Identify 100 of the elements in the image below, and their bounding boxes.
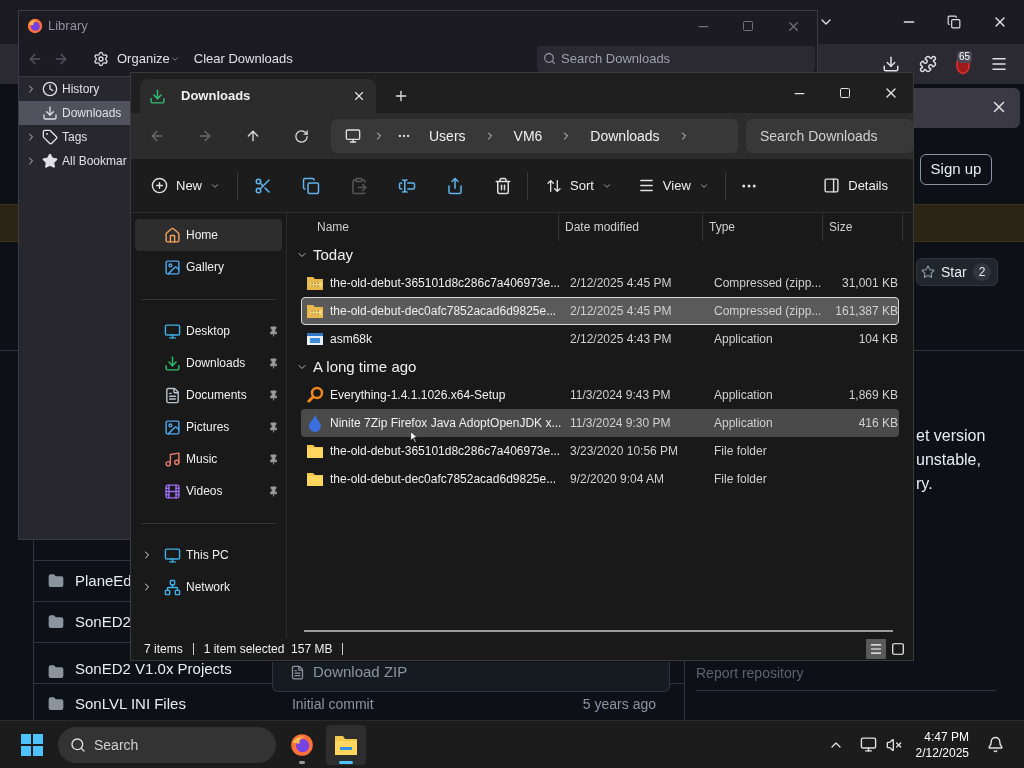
nav-item[interactable]: Downloads xyxy=(135,347,282,379)
item-count: 7 items xyxy=(144,641,183,658)
sidebar-item[interactable]: Tags xyxy=(19,125,130,149)
file-link[interactable]: SonED2 xyxy=(75,610,131,634)
organize-menu[interactable]: Organize xyxy=(117,48,180,69)
date-cell-text: 2/12/2025 4:45 PM xyxy=(569,275,673,292)
folder-icon xyxy=(48,664,64,680)
file-row[interactable]: Everything-1.4.1.1026.x64-Setup 11/3/2024 9:43 PM Application 1,869 KB xyxy=(301,381,899,409)
breadcrumb[interactable]: Downloads xyxy=(590,125,660,147)
star-count: 2 xyxy=(972,263,992,281)
download-zip-item[interactable]: Download ZIP xyxy=(290,661,408,684)
clear-downloads-button[interactable]: Clear Downloads xyxy=(193,48,293,69)
commit-age: 5 years ago xyxy=(582,694,656,714)
column-header[interactable]: Type xyxy=(703,213,823,241)
zip-folder-icon xyxy=(306,303,324,319)
new-button[interactable]: New xyxy=(151,175,220,196)
zip-folder-icon xyxy=(306,275,324,291)
nav-item[interactable]: Pictures xyxy=(135,411,282,443)
details-view-button[interactable] xyxy=(866,639,886,659)
window-title: Library xyxy=(48,17,88,36)
nav-item[interactable]: Network xyxy=(135,571,282,603)
restore-icon[interactable] xyxy=(947,15,961,29)
download-icon xyxy=(42,105,58,121)
tag-icon xyxy=(42,129,58,145)
folder-icon xyxy=(306,471,324,487)
column-header[interactable]: Name xyxy=(301,213,559,241)
start-icon[interactable] xyxy=(21,733,43,756)
share-icon xyxy=(446,176,464,195)
menu-icon[interactable] xyxy=(990,55,1008,73)
magnifier-icon xyxy=(306,386,324,404)
details-button[interactable]: Details xyxy=(823,175,888,196)
date-cell-text: 2/12/2025 4:45 PM xyxy=(569,303,673,320)
count-badge: 65 xyxy=(957,51,973,63)
download-icon[interactable] xyxy=(882,55,900,73)
close-tab-icon[interactable] xyxy=(352,89,366,103)
nav-item[interactable]: Home xyxy=(135,219,282,251)
notification-icon[interactable] xyxy=(987,736,1004,753)
search-icon xyxy=(70,736,86,753)
file-link[interactable]: SonED2 V1.0x Projects xyxy=(75,657,232,680)
search-field[interactable]: Search Downloads xyxy=(746,119,913,153)
size-cell-text: 104 KB xyxy=(857,331,898,348)
home-icon xyxy=(164,226,181,244)
drop-icon xyxy=(307,414,323,432)
column-header[interactable]: Date modified xyxy=(559,213,703,241)
scissors-icon xyxy=(254,176,272,195)
search-field[interactable]: Search Downloads xyxy=(537,45,815,72)
sidebar-item[interactable]: Downloads xyxy=(19,101,130,125)
file-manager-taskbar-button[interactable] xyxy=(326,724,366,765)
view-button[interactable]: View xyxy=(637,175,709,196)
type-cell-text: Compressed (zipp... xyxy=(713,303,823,320)
star-button[interactable]: Star 2 xyxy=(916,258,999,286)
file-name: the-old-debut-365101d8c286c7a406973e... xyxy=(330,444,561,458)
group-header[interactable]: A long time ago xyxy=(294,353,903,381)
puzzle-icon[interactable] xyxy=(919,55,937,73)
column-header[interactable]: Size xyxy=(823,213,903,241)
commit-message[interactable]: Initial commit xyxy=(291,693,374,715)
nav-item[interactable]: Gallery xyxy=(135,251,282,283)
clock[interactable]: 4:47 PM 2/12/2025 xyxy=(915,728,969,761)
date-cell-text: 2/12/2025 4:43 PM xyxy=(569,331,673,348)
nav-item[interactable]: This PC xyxy=(135,539,282,571)
scrollbar[interactable] xyxy=(304,630,893,632)
type-cell-text: Application xyxy=(713,331,774,348)
picture-icon xyxy=(164,418,181,436)
size-cell-text: 31,001 KB xyxy=(840,275,898,292)
muted-speaker-icon[interactable] xyxy=(885,736,902,753)
nav-item[interactable]: Music xyxy=(135,443,282,475)
sidebar-item[interactable]: History xyxy=(19,77,130,101)
search-field[interactable]: Search xyxy=(58,726,276,763)
file-row[interactable]: asm68k 2/12/2025 4:43 PM Application 104 KB xyxy=(301,325,899,353)
search-icon xyxy=(543,51,556,65)
forward-icon xyxy=(197,128,213,144)
file-row[interactable]: the-old-debut-365101d8c286c7a406973e... 2/12/2025 4:45 PM Compressed (zipp... 31,001 KB xyxy=(301,269,899,297)
about-text: unstable, xyxy=(916,450,982,470)
star-icon xyxy=(42,153,58,169)
address-bar[interactable]: Users VM6 Downloads xyxy=(331,119,738,153)
file-link[interactable]: SonLVL INI Files xyxy=(75,692,186,716)
date-cell-text: 9/2/2020 9:04 AM xyxy=(569,471,666,488)
file-name: the-old-debut-365101d8c286c7a406973e... xyxy=(330,276,561,290)
sort-button[interactable]: Sort xyxy=(546,175,612,196)
nav-item[interactable]: Videos xyxy=(135,475,282,507)
settings-icon[interactable] xyxy=(93,50,109,67)
folder-icon xyxy=(48,573,64,589)
music-icon xyxy=(164,450,181,468)
sidebar-item[interactable]: All Bookmar xyxy=(19,149,130,173)
window-tab[interactable]: Downloads xyxy=(140,79,376,113)
breadcrumb[interactable]: Users xyxy=(429,125,466,147)
file-row[interactable]: the-old-debut-365101d8c286c7a406973e... 3/23/2020 10:56 PM File folder xyxy=(301,437,899,465)
sign-up-button[interactable]: Sign up xyxy=(920,154,992,185)
selection-info: 1 item selected 157 MB xyxy=(203,641,333,658)
file-row[interactable]: the-old-debut-dec0afc7852acad6d9825e... 2/12/2025 4:45 PM Compressed (zipp... 161,387 KB xyxy=(301,297,899,325)
breadcrumb[interactable]: VM6 xyxy=(513,125,543,147)
star-icon xyxy=(921,265,935,279)
file-row[interactable]: Ninite 7Zip Firefox Java AdoptOpenJDK x... 11/3/2024 9:30 PM Application 416 KB xyxy=(301,409,899,437)
trash-icon xyxy=(494,176,512,195)
file-row[interactable]: the-old-debut-dec0afc7852acad6d9825e... 9/2/2020 9:04 AM File folder xyxy=(301,465,899,493)
nav-item[interactable]: Desktop xyxy=(135,315,282,347)
nav-item[interactable]: Documents xyxy=(135,379,282,411)
new-tab-icon[interactable] xyxy=(393,88,409,104)
sort-icon xyxy=(546,177,562,194)
group-header[interactable]: Today xyxy=(294,241,903,269)
